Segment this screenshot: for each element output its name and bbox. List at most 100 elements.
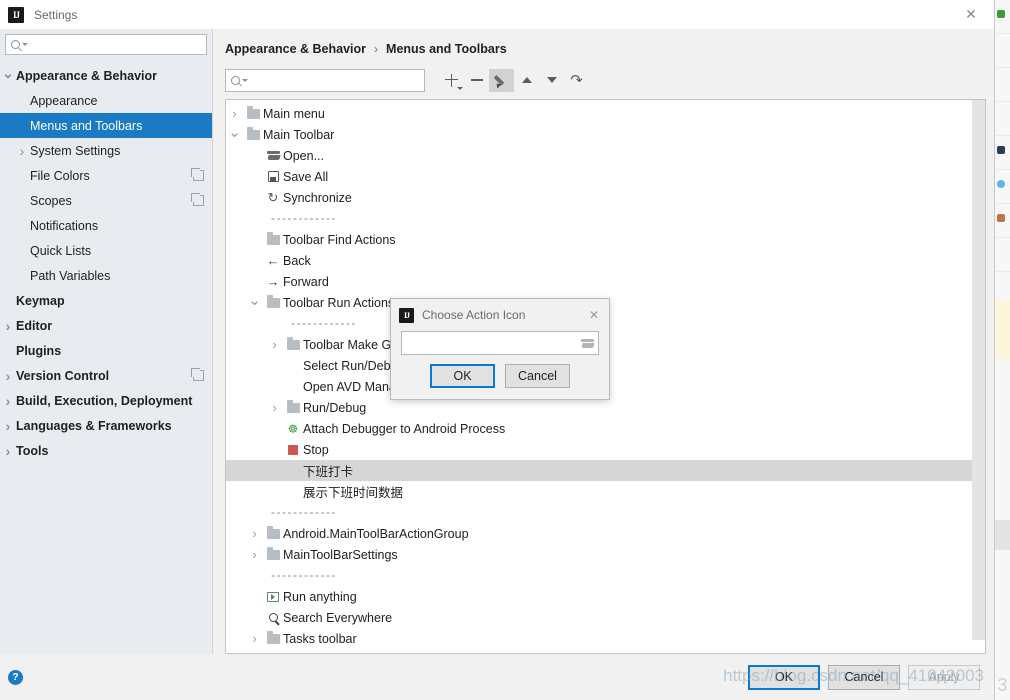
tree-row[interactable]: Android.MainToolBarActionGroup [226, 523, 985, 544]
folder-icon [246, 106, 260, 119]
tree-row[interactable]: Save All [226, 166, 985, 187]
open-folder-icon [266, 151, 280, 160]
chevron-right-icon[interactable] [14, 143, 30, 159]
copy-settings-icon[interactable] [191, 368, 204, 381]
chevron-down-icon[interactable] [246, 294, 263, 312]
sidebar-item-plugins[interactable]: Plugins [0, 338, 212, 363]
tree-row[interactable]: 下班打卡 [226, 460, 985, 481]
tree-row-label: Attach Debugger to Android Process [303, 421, 506, 436]
sidebar-item-keymap[interactable]: Keymap [0, 288, 212, 313]
tree-row-label: Toolbar Run Actions [283, 295, 395, 310]
tree-row[interactable]: Open... [226, 145, 985, 166]
dialog-cancel-button[interactable]: Cancel [505, 364, 570, 388]
chevron-right-icon[interactable] [0, 443, 16, 459]
sidebar-item-tools[interactable]: Tools [0, 438, 212, 463]
tree-row[interactable]: ☸ Attach Debugger to Android Process [226, 418, 985, 439]
sidebar-search-input[interactable] [32, 37, 201, 52]
tree-row[interactable]: Main Toolbar [226, 124, 985, 145]
tree-row-label: Search Everywhere [283, 610, 393, 625]
chevron-right-icon[interactable] [0, 393, 16, 409]
chevron-right-icon[interactable] [246, 631, 263, 646]
icon-path-input[interactable] [406, 336, 581, 350]
sidebar-search-box[interactable] [5, 34, 207, 55]
search-icon [231, 75, 240, 85]
dialog-title: Choose Action Icon [422, 308, 526, 322]
cancel-button[interactable]: Cancel [828, 664, 900, 690]
chevron-right-icon[interactable] [0, 418, 16, 434]
tree-scrollbar[interactable] [972, 100, 985, 653]
sidebar-item-label: File Colors [30, 168, 90, 183]
choose-action-icon-dialog: IJ Choose Action Icon ✕ OK Cancel [390, 298, 610, 400]
help-icon[interactable]: ? [8, 669, 23, 685]
tree-row[interactable]: ← Back [226, 250, 985, 271]
tree-row[interactable]: Stop [226, 439, 985, 460]
add-action-button[interactable] [439, 69, 464, 92]
move-down-button[interactable] [539, 69, 564, 92]
tree-search-box[interactable] [225, 68, 425, 92]
close-icon[interactable]: ✕ [948, 0, 994, 29]
tree-row[interactable]: Search Everywhere [226, 607, 985, 628]
synchronize-icon: ↻ [263, 191, 283, 204]
folder-browse-icon[interactable] [581, 338, 594, 348]
tree-row[interactable]: Tasks toolbar [226, 628, 985, 649]
tree-row[interactable]: MainToolBarSettings [226, 544, 985, 565]
tree-row[interactable]: Main menu [226, 103, 985, 124]
tree-row[interactable]: ↻ Synchronize [226, 187, 985, 208]
sidebar-item-label: Menus and Toolbars [30, 118, 143, 133]
attach-debugger-icon: ☸ [287, 421, 299, 436]
triangle-down-icon [546, 77, 557, 83]
breadcrumb-parent[interactable]: Appearance & Behavior [225, 42, 366, 56]
remove-action-button[interactable] [464, 69, 489, 92]
tree-row[interactable]: Run/Debug [226, 397, 985, 418]
sidebar-item-menus-and-toolbars[interactable]: Menus and Toolbars [0, 113, 212, 138]
edit-action-button[interactable] [489, 68, 514, 92]
sidebar-item-languages-frameworks[interactable]: Languages & Frameworks [0, 413, 212, 438]
folder-icon [243, 106, 263, 119]
tree-row[interactable]: → Forward [226, 271, 985, 292]
folder-icon [266, 547, 280, 560]
search-icon [11, 40, 20, 49]
chevron-right-icon[interactable] [246, 547, 263, 562]
folder-icon [246, 127, 260, 140]
sidebar-item-editor[interactable]: Editor [0, 313, 212, 338]
tree-scrollbar-thumb[interactable] [972, 100, 985, 640]
sidebar-item-notifications[interactable]: Notifications [0, 213, 212, 238]
sidebar-item-scopes[interactable]: Scopes [0, 188, 212, 213]
sidebar-item-system-settings[interactable]: System Settings [0, 138, 212, 163]
copy-settings-icon[interactable] [191, 168, 204, 181]
tree-row[interactable]: Run anything [226, 586, 985, 607]
icon-path-field[interactable] [401, 331, 599, 355]
dialog-ok-button[interactable]: OK [430, 364, 495, 388]
sidebar-item-label: Notifications [30, 218, 99, 233]
sidebar-item-path-variables[interactable]: Path Variables [0, 263, 212, 288]
tree-row-label: Tasks toolbar [283, 631, 357, 646]
apply-button[interactable]: Apply [908, 664, 980, 690]
sidebar-item-file-colors[interactable]: File Colors [0, 163, 212, 188]
chevron-right-icon[interactable] [0, 318, 16, 334]
tree-row-label: Run/Debug [303, 400, 367, 415]
tree-row[interactable]: 展示下班时间数据 [226, 481, 985, 502]
copy-settings-icon[interactable] [191, 193, 204, 206]
chevron-down-icon[interactable] [226, 126, 243, 144]
chevron-right-icon[interactable] [246, 526, 263, 541]
sidebar-item-build-execution-deployment[interactable]: Build, Execution, Deployment [0, 388, 212, 413]
sidebar-tree: Appearance & Behavior Appearance Menus and… [0, 61, 212, 654]
chevron-right-icon[interactable] [266, 337, 283, 352]
sidebar-item-appearance-behavior[interactable]: Appearance & Behavior [0, 63, 212, 88]
dialog-close-icon[interactable]: ✕ [579, 299, 609, 331]
chevron-down-icon[interactable] [0, 73, 16, 79]
move-up-button[interactable] [514, 69, 539, 92]
chevron-right-icon[interactable] [0, 368, 16, 384]
ok-button[interactable]: OK [748, 664, 820, 690]
tree-search-input[interactable] [252, 73, 419, 87]
sidebar-item-label: Tools [16, 443, 49, 458]
restore-defaults-button[interactable]: ↷ [564, 69, 589, 92]
sidebar-item-appearance[interactable]: Appearance [0, 88, 212, 113]
chevron-right-icon[interactable] [266, 400, 283, 415]
chevron-right-icon[interactable] [226, 106, 243, 121]
sidebar-item-label: Version Control [16, 368, 110, 383]
folder-icon [286, 400, 300, 413]
sidebar-item-version-control[interactable]: Version Control [0, 363, 212, 388]
tree-row[interactable]: Toolbar Find Actions [226, 229, 985, 250]
sidebar-item-quick-lists[interactable]: Quick Lists [0, 238, 212, 263]
